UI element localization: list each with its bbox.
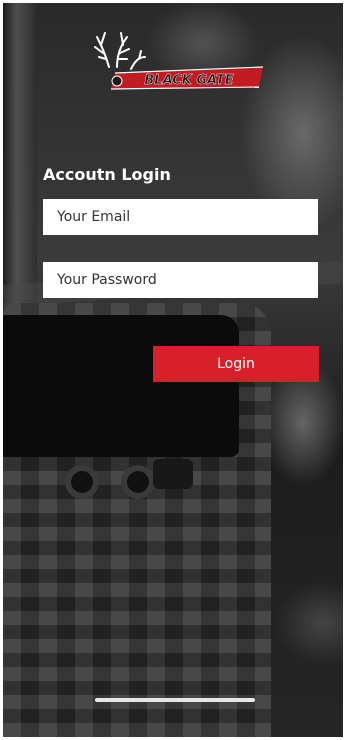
background-camera-panel bbox=[3, 315, 239, 457]
login-button[interactable]: Login bbox=[153, 346, 319, 382]
home-indicator bbox=[95, 698, 255, 702]
password-field[interactable] bbox=[43, 262, 318, 298]
login-screen: BLACK GATE Accoutn Login Login bbox=[3, 3, 343, 737]
logo-wordmark: BLACK GATE bbox=[144, 73, 233, 88]
background-camera-sensor bbox=[153, 459, 193, 489]
background-camera-lens bbox=[65, 465, 99, 499]
page-title: Accoutn Login bbox=[43, 165, 171, 184]
black-gate-logo: BLACK GATE bbox=[94, 32, 264, 90]
email-field[interactable] bbox=[43, 199, 318, 235]
background-camera-lens bbox=[121, 465, 155, 499]
background-pole bbox=[3, 3, 37, 303]
